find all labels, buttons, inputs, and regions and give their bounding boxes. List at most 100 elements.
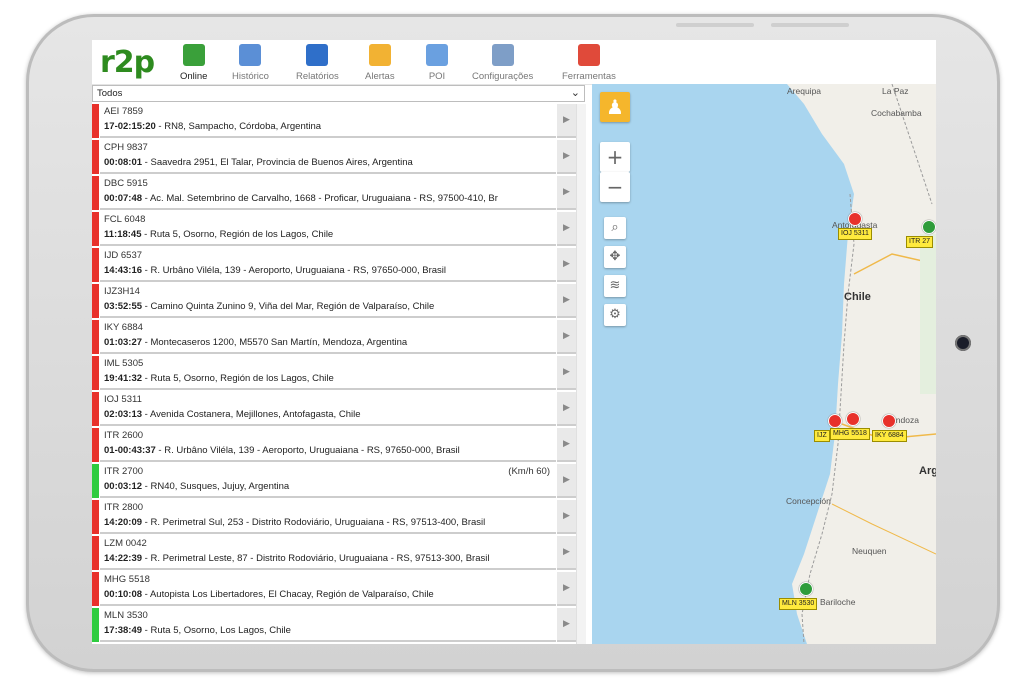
chevron-right-icon[interactable]: ▶	[557, 356, 576, 390]
toolbar-settings-button[interactable]: Configurações	[472, 44, 533, 82]
alert-bell-icon	[368, 44, 391, 66]
vehicle-row[interactable]: ITR 2700 (Km/h 60) 00:03:12 - RN40, Susque…	[92, 464, 576, 499]
vehicle-map-tag[interactable]: MHG 5518	[830, 428, 870, 440]
vehicle-row-body[interactable]: ITR 2700 (Km/h 60) 00:03:12 - RN40, Susque…	[100, 464, 556, 498]
vehicle-plate: LZM 0042	[104, 538, 147, 549]
vehicle-map-tag[interactable]: IKY 6884	[872, 430, 907, 442]
vehicle-row[interactable]: ITR 2800 14:20:09 - R. Perimetral Sul, 25…	[92, 500, 576, 535]
toolbar-label: POI	[428, 71, 446, 82]
tools-icon	[577, 44, 600, 66]
search-icon[interactable]: ⌕	[604, 217, 626, 239]
vehicle-row-body[interactable]: MLN 3530 17:38:49 - Ruta 5, Osorno, Los L…	[100, 608, 556, 642]
vehicle-list-scrollbar[interactable]	[576, 104, 586, 644]
street-view-pegman-icon[interactable]: ♟	[600, 92, 630, 122]
chevron-right-icon[interactable]: ▶	[557, 320, 576, 354]
vehicle-map-marker[interactable]	[799, 582, 813, 596]
vehicle-map-tag[interactable]: IJZ	[814, 430, 830, 442]
vehicle-row[interactable]: CPH 9837 00:08:01 - Saavedra 2951, El Tal…	[92, 140, 576, 175]
vehicle-row[interactable]: MHG 5518 00:10:08 - Autopista Los Liberta…	[92, 572, 576, 607]
status-indicator	[92, 536, 99, 570]
vehicle-row[interactable]: IJZ3H14 03:52:55 - Camino Quinta Zunino 9…	[92, 284, 576, 319]
vehicle-time: 14:22:39	[104, 553, 143, 564]
toolbar-tools-button[interactable]: Ferramentas	[562, 44, 616, 82]
chevron-right-icon[interactable]: ▶	[557, 140, 576, 174]
vehicle-row[interactable]: ITR 2600 01-00:43:37 - R. Urbâno Viléla, …	[92, 428, 576, 463]
vehicle-info: 00:10:08 - Autopista Los Libertadores, E…	[104, 589, 554, 600]
toolbar-online-button[interactable]: Online	[180, 44, 207, 82]
vehicle-map-tag[interactable]: IOJ 5311	[838, 228, 872, 240]
vehicle-row-body[interactable]: IJZ3H14 03:52:55 - Camino Quinta Zunino 9…	[100, 284, 556, 318]
vehicle-row-body[interactable]: IML 5305 19:41:32 - Ruta 5, Osorno, Regió…	[100, 356, 556, 390]
gear-icon[interactable]: ⚙	[604, 304, 626, 326]
vehicle-row-body[interactable]: ITR 2600 01-00:43:37 - R. Urbâno Viléla, …	[100, 428, 556, 462]
chevron-right-icon[interactable]: ▶	[557, 392, 576, 426]
vehicle-map-marker[interactable]	[846, 412, 860, 426]
vehicle-map-marker[interactable]	[848, 212, 862, 226]
vehicle-time: 19:41:32	[104, 373, 143, 384]
vehicle-time: 03:52:55	[104, 301, 143, 312]
vehicle-row-body[interactable]: AEI 7859 17-02:15:20 - RN8, Sampacho, Cór…	[100, 104, 556, 138]
vehicle-row-body[interactable]: CPH 9837 00:08:01 - Saavedra 2951, El Tal…	[100, 140, 556, 174]
vehicle-row[interactable]: IOJ 5311 02:03:13 - Avenida Costanera, Me…	[92, 392, 576, 427]
vehicle-map-marker[interactable]	[882, 414, 896, 428]
chevron-right-icon[interactable]: ▶	[557, 212, 576, 246]
status-indicator	[92, 104, 99, 138]
toolbar-alert-bell-button[interactable]: Alertas	[365, 44, 395, 82]
zoom-in-button[interactable]: +	[600, 142, 630, 172]
map-place-label: Arg	[919, 465, 936, 477]
separator: -	[155, 121, 165, 132]
vehicle-row[interactable]: AEI 7859 17-02:15:20 - RN8, Sampacho, Cór…	[92, 104, 576, 139]
chevron-right-icon[interactable]: ▶	[557, 248, 576, 282]
vehicle-map-marker[interactable]	[922, 220, 936, 234]
vehicle-row-body[interactable]: IKY 6884 01:03:27 - Montecaseros 1200, M5…	[100, 320, 556, 354]
land-shape	[787, 84, 936, 644]
chevron-right-icon[interactable]: ▶	[557, 176, 576, 210]
chevron-right-icon[interactable]: ▶	[557, 536, 576, 570]
separator: -	[141, 229, 150, 240]
vehicle-info: 14:43:16 - R. Urbâno Viléla, 139 - Aerop…	[104, 265, 554, 276]
vehicle-row[interactable]: FCL 6048 11:18:45 - Ruta 5, Osorno, Regió…	[92, 212, 576, 247]
toolbar-history-button[interactable]: Histórico	[232, 44, 269, 82]
toolbar-reports-button[interactable]: Relatórios	[296, 44, 339, 82]
zoom-out-button[interactable]: −	[600, 172, 630, 202]
vehicle-address: RN40, Susques, Jujuy, Argentina	[150, 481, 290, 492]
vehicle-map-marker[interactable]	[828, 414, 842, 428]
vehicle-filter-select[interactable]: Todos ⌄	[92, 85, 585, 102]
vehicle-row-body[interactable]: LZM 0042 14:22:39 - R. Perimetral Leste, …	[100, 536, 556, 570]
pan-icon[interactable]: ✥	[604, 246, 626, 268]
map-view[interactable]: ArequipaLa PazCochabambaAntofagastaChile…	[592, 84, 936, 644]
map-place-label: Arequipa	[787, 86, 822, 96]
vehicle-row[interactable]: MLN 3530 17:38:49 - Ruta 5, Osorno, Los L…	[92, 608, 576, 643]
status-indicator	[92, 320, 99, 354]
chevron-right-icon[interactable]: ▶	[557, 104, 576, 138]
vehicle-row-body[interactable]: IOJ 5311 02:03:13 - Avenida Costanera, Me…	[100, 392, 556, 426]
vehicle-time: 01:03:27	[104, 337, 143, 348]
vehicle-map-tag[interactable]: ITR 27	[906, 236, 934, 248]
vehicle-plate: AEI 7859	[104, 106, 144, 117]
vehicle-row-body[interactable]: IJD 6537 14:43:16 - R. Urbâno Viléla, 139…	[100, 248, 556, 282]
vehicle-time: 14:20:09	[104, 517, 143, 528]
vehicle-row-body[interactable]: MHG 5518 00:10:08 - Autopista Los Liberta…	[100, 572, 556, 606]
toolbar-poi-button[interactable]: POI	[426, 44, 448, 82]
vehicle-map-tag[interactable]: MLN 3530	[779, 598, 818, 610]
history-icon	[239, 44, 262, 66]
vehicle-row-body[interactable]: FCL 6048 11:18:45 - Ruta 5, Osorno, Regió…	[100, 212, 556, 246]
vehicle-row[interactable]: IKY 6884 01:03:27 - Montecaseros 1200, M5…	[92, 320, 576, 355]
vehicle-row[interactable]: LZM 0042 14:22:39 - R. Perimetral Leste, …	[92, 536, 576, 571]
map-place-label: Concepción	[786, 496, 831, 506]
vehicle-row[interactable]: DBC 5915 00:07:48 - Ac. Mal. Setembrino d…	[92, 176, 576, 211]
vehicle-info: 14:20:09 - R. Perimetral Sul, 253 - Dist…	[104, 517, 554, 528]
vehicle-row[interactable]: IJD 6537 14:43:16 - R. Urbâno Viléla, 139…	[92, 248, 576, 283]
chevron-right-icon[interactable]: ▶	[557, 608, 576, 642]
chevron-right-icon[interactable]: ▶	[557, 464, 576, 498]
chevron-right-icon[interactable]: ▶	[557, 428, 576, 462]
chevron-right-icon[interactable]: ▶	[557, 500, 576, 534]
vehicle-row-body[interactable]: DBC 5915 00:07:48 - Ac. Mal. Setembrino d…	[100, 176, 556, 210]
chevron-right-icon[interactable]: ▶	[557, 284, 576, 318]
layers-icon[interactable]: ≋	[604, 275, 626, 297]
vehicle-row[interactable]: IML 5305 19:41:32 - Ruta 5, Osorno, Regió…	[92, 356, 576, 391]
chevron-right-icon[interactable]: ▶	[557, 572, 576, 606]
vehicle-time: 17-02:15:20	[104, 121, 156, 132]
vehicle-time: 17:38:49	[104, 625, 143, 636]
vehicle-row-body[interactable]: ITR 2800 14:20:09 - R. Perimetral Sul, 25…	[100, 500, 556, 534]
